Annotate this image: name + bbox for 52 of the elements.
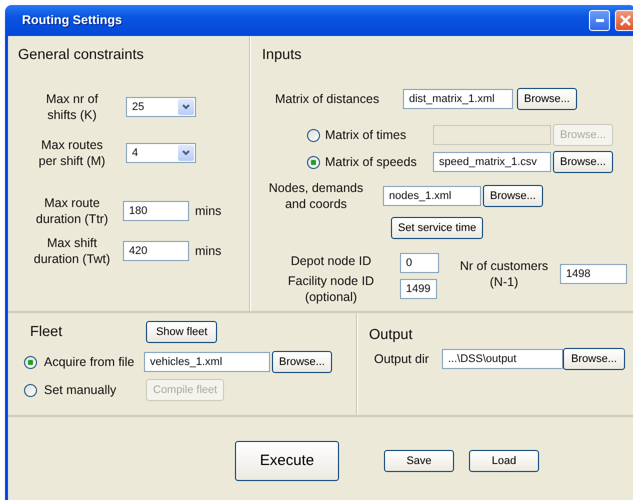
radio-button[interactable] [24, 356, 37, 368]
field-label: Max routes per shift (M) [38, 137, 106, 169]
execute-button[interactable]: Execute [235, 441, 339, 481]
show-fleet-button[interactable]: Show fleet [146, 321, 218, 343]
field-label: Output dir [374, 350, 430, 368]
browse-button[interactable]: Browse... [272, 351, 332, 373]
browse-button[interactable]: Browse... [553, 151, 613, 173]
field-label: Depot node ID [290, 253, 372, 270]
minimize-button[interactable] [589, 10, 610, 30]
section-title: General constraints [18, 46, 145, 64]
text-field[interactable]: 0 [400, 253, 439, 273]
close-icon[interactable] [620, 14, 631, 26]
radio-label: Set manually [44, 382, 118, 399]
dropdown[interactable]: 4 [126, 143, 196, 163]
text-field[interactable]: vehicles_1.xml [144, 352, 270, 372]
minimize-icon[interactable] [596, 18, 604, 22]
radio-label: Acquire from file [44, 354, 136, 371]
close-button[interactable] [615, 10, 633, 30]
text-field[interactable]: ...\DSS\output [442, 349, 563, 369]
browse-button[interactable]: Browse... [517, 88, 577, 110]
field-label: Max nr of shifts (K) [44, 91, 100, 123]
section-title: Inputs [262, 46, 302, 64]
text-field[interactable] [433, 125, 551, 145]
text-field[interactable]: 1499 [400, 279, 437, 299]
section-title: Output [369, 326, 414, 344]
field-label: Max route duration (Ttr) [34, 195, 110, 227]
browse-button[interactable]: Browse... [483, 185, 543, 207]
text-field[interactable]: dist_matrix_1.xml [403, 89, 513, 109]
set-service-time-button[interactable]: Set service time [391, 217, 484, 239]
text-field[interactable]: nodes_1.xml [383, 186, 481, 206]
field-label: Max shift duration (Twt) [32, 235, 112, 267]
text-field[interactable]: 420 [123, 241, 189, 261]
radio-label: Matrix of speeds [325, 154, 418, 171]
text-field[interactable]: 180 [123, 201, 189, 221]
radio-button[interactable] [307, 156, 320, 168]
field-label: Nodes, demands and coords [268, 180, 364, 212]
field-label: Facility node ID (optional) [286, 273, 376, 305]
browse-button[interactable]: Browse... [563, 348, 625, 370]
dropdown-value: 4 [132, 146, 138, 161]
text-field[interactable]: speed_matrix_1.csv [433, 152, 551, 172]
text-field[interactable]: 1498 [560, 264, 627, 284]
field-label: Nr of customers (N-1) [458, 258, 550, 290]
dropdown-value: 25 [132, 100, 144, 115]
load-button[interactable]: Load [469, 450, 539, 472]
radio-label: Matrix of times [325, 126, 408, 144]
unit-label: mins [195, 202, 222, 220]
window-title: Routing Settings [22, 12, 122, 29]
dropdown[interactable]: 25 [126, 97, 196, 117]
save-button[interactable]: Save [384, 450, 454, 472]
section-title: Fleet [30, 323, 62, 341]
field-label: Matrix of distances [275, 90, 380, 108]
unit-label: mins [195, 242, 222, 260]
